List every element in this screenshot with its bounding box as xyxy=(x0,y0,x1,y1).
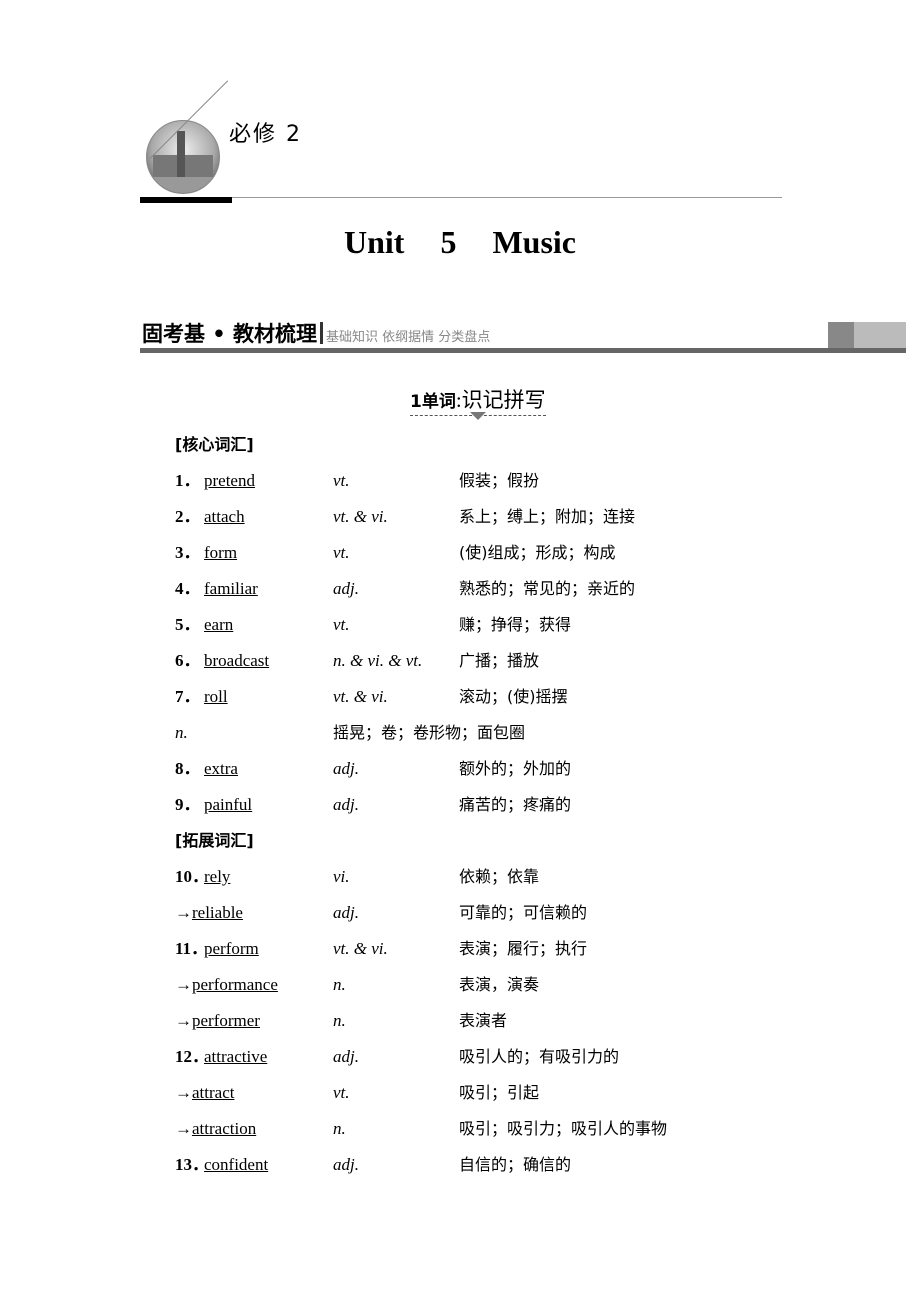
section-separator xyxy=(320,322,324,344)
meaning: 赚；挣得；获得 xyxy=(459,615,572,634)
part-of-speech: adj. xyxy=(333,795,359,814)
word: attach xyxy=(204,507,245,526)
part-of-speech: n. xyxy=(333,975,346,994)
item-number: 5． xyxy=(175,615,201,634)
header-bar xyxy=(140,197,232,203)
item-number: 2． xyxy=(175,507,201,526)
meaning: 表演者 xyxy=(459,1011,508,1030)
arrow-right-icon: → xyxy=(175,975,192,994)
part-of-speech: n. xyxy=(175,723,188,742)
word: pretend xyxy=(204,471,255,490)
meaning: 系上；缚上；附加；连接 xyxy=(459,507,636,526)
meaning: 假装；假扮 xyxy=(459,471,540,490)
part-of-speech: vt. xyxy=(333,615,350,634)
part-of-speech: adj. xyxy=(333,1155,359,1174)
derived-word: →attract xyxy=(175,1078,234,1108)
subsection-text: :识记拼写 xyxy=(455,388,546,412)
word: roll xyxy=(204,687,228,706)
part-of-speech: adj. xyxy=(333,759,359,778)
item-number: 6． xyxy=(175,651,201,670)
header-divider xyxy=(232,197,782,198)
word: attract xyxy=(192,1083,235,1102)
meaning: 自信的；确信的 xyxy=(459,1155,572,1174)
meaning: 表演；履行；执行 xyxy=(459,939,588,958)
part-of-speech: vi. xyxy=(333,867,350,886)
word: rely xyxy=(204,867,231,886)
word: performance xyxy=(192,975,278,994)
section-decor xyxy=(828,322,854,348)
page-title: Unit 5 Music xyxy=(344,224,576,260)
word: broadcast xyxy=(204,651,270,670)
item-number: 3． xyxy=(175,543,201,562)
meaning: 熟悉的；常见的；亲近的 xyxy=(459,579,636,598)
section-heading: 固考基 • 教材梳理 基础知识 依纲据情 分类盘点 xyxy=(142,318,490,348)
course-label: 必修 2 xyxy=(229,122,302,147)
word: attractive xyxy=(204,1047,268,1066)
meaning: 滚动；(使)摇摆 xyxy=(459,687,568,706)
item-number: 9． xyxy=(175,795,201,814)
section-subtitle: 基础知识 依纲据情 分类盘点 xyxy=(326,330,491,345)
derived-word: →performer xyxy=(175,1006,260,1036)
meaning: 可靠的；可信赖的 xyxy=(459,903,588,922)
part-of-speech: vt. & vi. xyxy=(333,939,388,958)
item-number: 1． xyxy=(175,471,201,490)
part-of-speech: vt. & vi. xyxy=(333,507,388,526)
item-number: 7． xyxy=(175,687,201,706)
meaning: 痛苦的；疼痛的 xyxy=(459,795,572,814)
derived-word: →reliable xyxy=(175,898,243,928)
category-label: [核心词汇] xyxy=(175,435,254,454)
word: performer xyxy=(192,1011,260,1030)
word: painful xyxy=(204,795,253,814)
subsection-label: 单词 xyxy=(421,392,456,412)
meaning: 摇晃；卷；卷形物；面包圈 xyxy=(333,723,526,742)
part-of-speech: vt. xyxy=(333,471,350,490)
section-underline xyxy=(140,348,906,353)
derived-word: →attraction xyxy=(175,1114,256,1144)
big-ben-emblem xyxy=(146,120,220,194)
part-of-speech: adj. xyxy=(333,1047,359,1066)
word: perform xyxy=(204,939,259,958)
part-of-speech: vt. xyxy=(333,1083,350,1102)
derived-word: →performance xyxy=(175,970,278,1000)
part-of-speech: n. xyxy=(333,1119,346,1138)
word: attraction xyxy=(192,1119,257,1138)
item-number: 4． xyxy=(175,579,201,598)
meaning: 吸引；引起 xyxy=(459,1083,540,1102)
meaning: 额外的；外加的 xyxy=(459,759,572,778)
word: reliable xyxy=(192,903,243,922)
meaning: 表演，演奏 xyxy=(459,975,540,994)
word: familiar xyxy=(204,579,258,598)
part-of-speech: n. xyxy=(333,1011,346,1030)
section-title: 固考基 • 教材梳理 xyxy=(142,322,318,346)
triangle-down-icon xyxy=(470,412,486,420)
meaning: 吸引；吸引力；吸引人的事物 xyxy=(459,1119,668,1138)
item-number: 8． xyxy=(175,759,201,778)
meaning: (使)组成；形成；构成 xyxy=(459,543,616,562)
word: earn xyxy=(204,615,234,634)
word: extra xyxy=(204,759,238,778)
arrow-right-icon: → xyxy=(175,1083,192,1102)
meaning: 依赖；依靠 xyxy=(459,867,540,886)
word: form xyxy=(204,543,238,562)
category-label: [拓展词汇] xyxy=(175,831,254,850)
subsection-number: 1 xyxy=(410,392,422,412)
word: confident xyxy=(204,1155,269,1174)
meaning: 广播；播放 xyxy=(459,651,540,670)
arrow-right-icon: → xyxy=(175,1011,192,1030)
part-of-speech: n. & vi. & vt. xyxy=(333,651,423,670)
arrow-right-icon: → xyxy=(175,1119,192,1138)
part-of-speech: vt. & vi. xyxy=(333,687,388,706)
arrow-right-icon: → xyxy=(175,903,192,922)
meaning: 吸引人的；有吸引力的 xyxy=(459,1047,620,1066)
part-of-speech: adj. xyxy=(333,903,359,922)
section-decor xyxy=(854,322,906,348)
part-of-speech: adj. xyxy=(333,579,359,598)
part-of-speech: vt. xyxy=(333,543,350,562)
